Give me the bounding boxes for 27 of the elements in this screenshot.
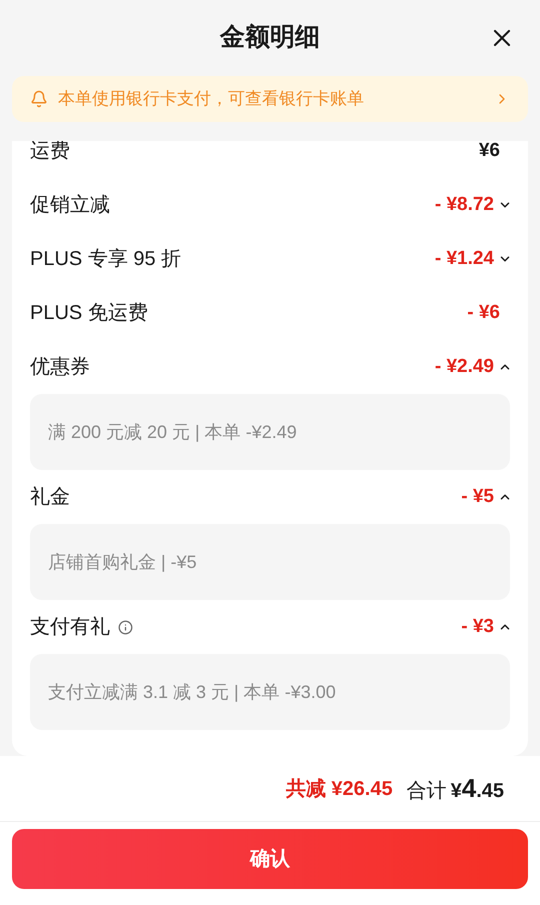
row-amount: - ¥8.72 [434, 192, 494, 217]
row-amount: ¥6 [478, 141, 500, 163]
saved-amount: 共减 ¥26.45 [286, 776, 393, 802]
row-label: PLUS 专享 95 折 [30, 247, 182, 272]
row-amount: - ¥1.24 [434, 246, 494, 271]
row-label: 礼金 [30, 485, 70, 510]
total-integer: 4 [462, 772, 476, 805]
bell-icon [30, 90, 48, 108]
row-amount: - ¥6 [467, 300, 500, 325]
total-label: 合计 [406, 779, 447, 804]
detail-text: 满 200 元减 20 元 | 本单 -¥2.49 [48, 420, 297, 444]
detail-text: 支付立减满 3.1 减 3 元 | 本单 -¥3.00 [48, 680, 336, 704]
row-label: 促销立减 [30, 193, 110, 218]
row-label: 支付有礼 [30, 615, 110, 640]
row-label: PLUS 免运费 [30, 301, 148, 326]
row-amount: - ¥2.49 [434, 354, 494, 379]
row-label: 优惠券 [30, 355, 90, 380]
info-icon[interactable] [118, 620, 133, 634]
row-amount: - ¥3 [461, 614, 494, 639]
confirm-button[interactable]: 确认 [12, 829, 528, 889]
notice-text: 本单使用银行卡支付，可查看银行卡账单 [58, 88, 365, 110]
row-amount: - ¥5 [461, 484, 494, 509]
notice-banner[interactable]: 本单使用银行卡支付，可查看银行卡账单 [12, 76, 528, 122]
dialog-title: 金额明细 [220, 22, 320, 54]
total-decimal: .45 [476, 779, 504, 804]
detail-text: 店铺首购礼金 | -¥5 [48, 550, 197, 574]
total-currency: ¥ [450, 779, 462, 804]
